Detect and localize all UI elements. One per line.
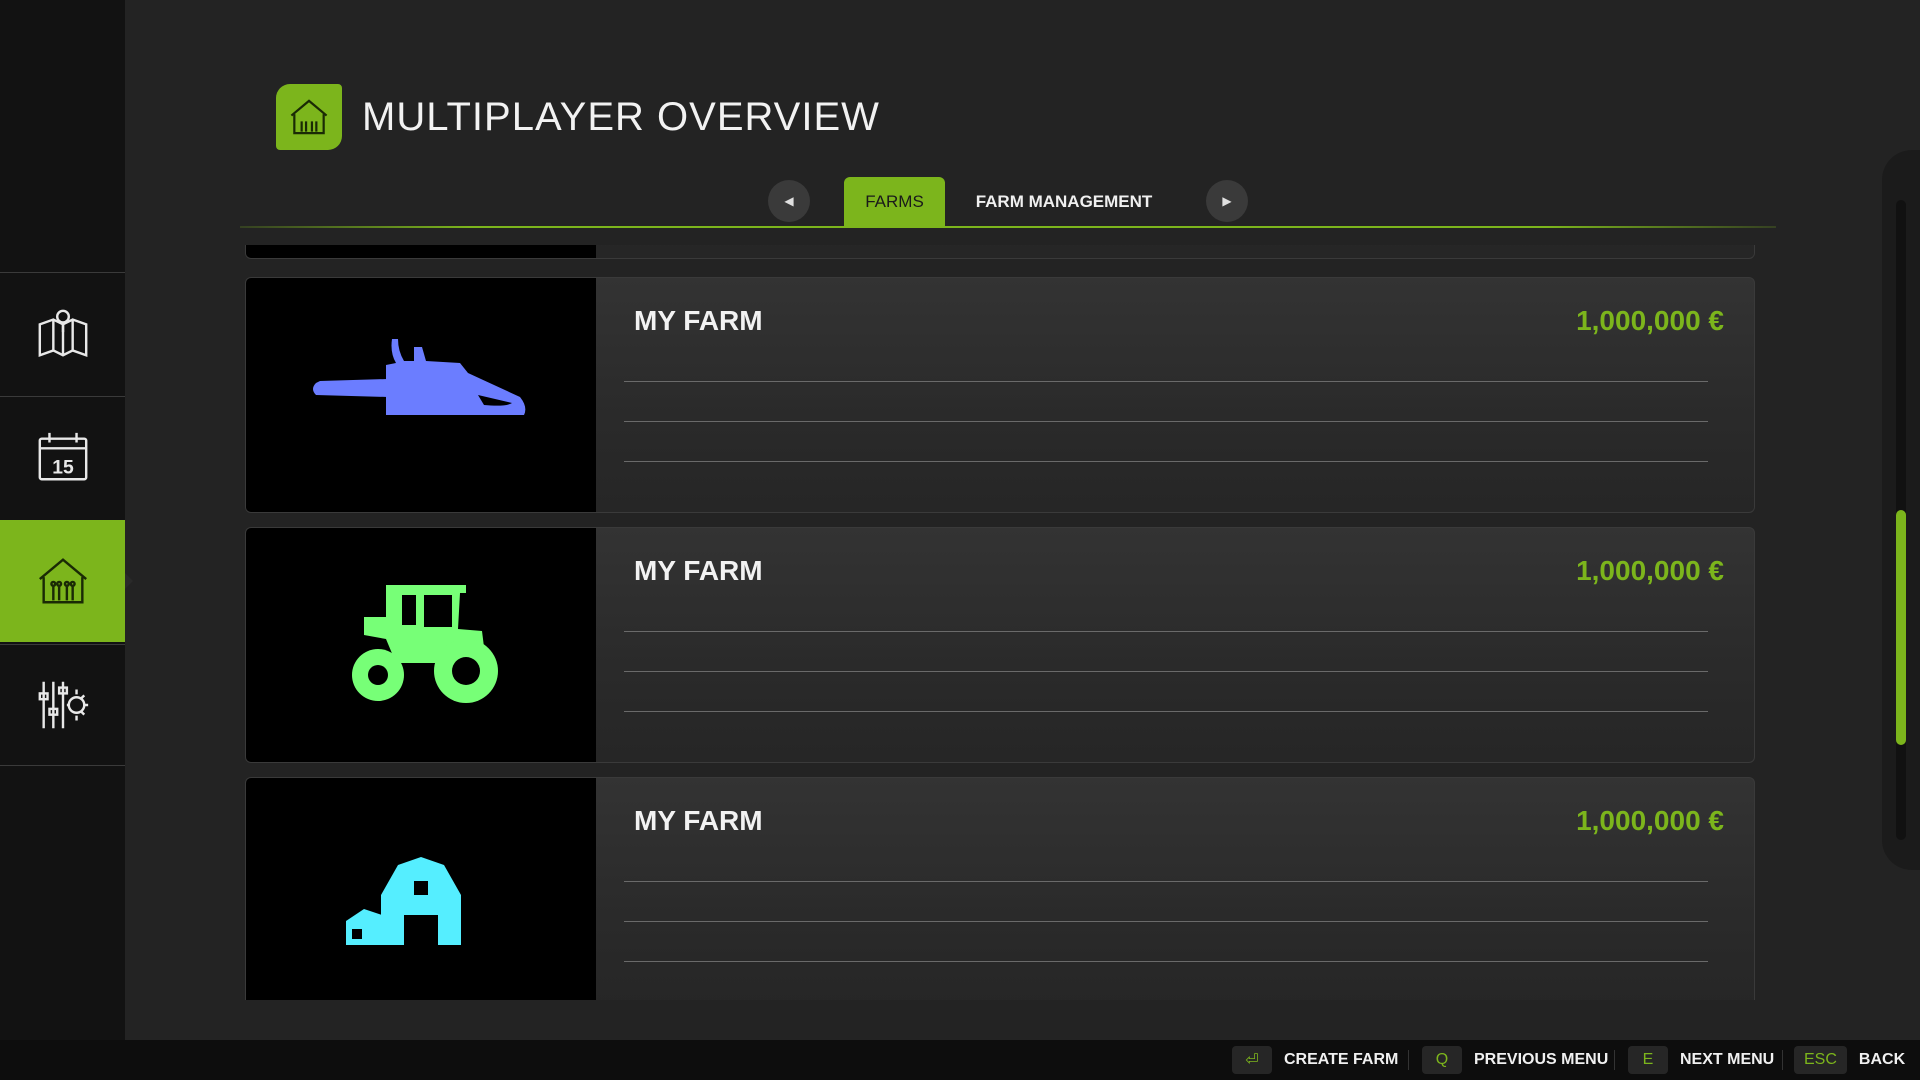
next-menu-button[interactable]: E NEXT MENU bbox=[1628, 1046, 1774, 1074]
scrollbar-thumb[interactable] bbox=[1896, 510, 1906, 745]
player-slot-divider bbox=[624, 421, 1708, 422]
farm-name: MY FARM bbox=[634, 555, 763, 586]
farm-image bbox=[246, 778, 596, 1000]
create-farm-button[interactable]: ⏎ CREATE FARM bbox=[1232, 1046, 1398, 1074]
previous-menu-button[interactable]: Q PREVIOUS MENU bbox=[1422, 1046, 1608, 1074]
farm-card[interactable]: MY FARM 1,000,000 € bbox=[245, 527, 1755, 763]
page-title: MULTIPLAYER OVERVIEW bbox=[362, 95, 880, 139]
arrow-left-icon: ◀ bbox=[784, 194, 794, 208]
arrow-right-icon: ▶ bbox=[1222, 194, 1232, 208]
farm-image bbox=[246, 278, 596, 512]
footer-separator bbox=[1408, 1050, 1409, 1070]
player-slot-divider bbox=[624, 881, 1708, 882]
player-slot-divider bbox=[624, 921, 1708, 922]
calendar-day: 15 bbox=[52, 457, 74, 478]
farm-list[interactable]: MY FARM 1,000,000 € MY FARM 1,000,000 € bbox=[245, 245, 1755, 1000]
sidebar-item-multiplayer[interactable] bbox=[0, 520, 133, 642]
e-key-icon: E bbox=[1628, 1046, 1668, 1074]
sidebar-item-map[interactable] bbox=[0, 272, 125, 394]
map-icon bbox=[38, 309, 87, 357]
farm-image bbox=[246, 528, 596, 762]
settings-icon bbox=[38, 681, 88, 729]
next-menu-label: NEXT MENU bbox=[1680, 1051, 1775, 1068]
farm-money: 1,000,000 € bbox=[1576, 305, 1724, 336]
sidebar: 15 bbox=[0, 0, 133, 1040]
player-slot-divider bbox=[624, 631, 1708, 632]
previous-menu-label: PREVIOUS MENU bbox=[1474, 1051, 1609, 1068]
tractor-icon bbox=[352, 585, 498, 703]
farm-card[interactable]: MY FARM 1,000,000 € bbox=[245, 777, 1755, 1000]
barn-icon bbox=[38, 558, 87, 604]
barn-icon bbox=[290, 99, 328, 135]
sidebar-item-settings[interactable] bbox=[0, 644, 125, 766]
barn-icon bbox=[346, 857, 461, 945]
esc-key-icon: ESC bbox=[1794, 1046, 1847, 1074]
player-slot-divider bbox=[624, 711, 1708, 712]
player-slot-divider bbox=[624, 461, 1708, 462]
create-farm-label: CREATE FARM bbox=[1284, 1051, 1399, 1068]
player-slot-divider bbox=[624, 671, 1708, 672]
footer-separator bbox=[1782, 1050, 1783, 1070]
farm-card[interactable]: MY FARM 1,000,000 € bbox=[245, 277, 1755, 513]
sidebar-item-calendar[interactable]: 15 bbox=[0, 396, 125, 518]
back-label: BACK bbox=[1858, 1051, 1906, 1068]
footer-separator bbox=[1614, 1050, 1615, 1070]
chainsaw-icon bbox=[313, 339, 526, 415]
tab-underline bbox=[240, 226, 1776, 228]
calendar-icon: 15 bbox=[38, 432, 87, 480]
page-title-icon bbox=[276, 84, 342, 150]
enter-key-icon: ⏎ bbox=[1232, 1046, 1272, 1074]
farm-image bbox=[246, 245, 596, 258]
player-slot-divider bbox=[624, 961, 1708, 962]
next-tab-button[interactable]: ▶ bbox=[1206, 180, 1248, 222]
tab-farm-management[interactable]: FARM MANAGEMENT bbox=[968, 177, 1160, 227]
tab-farms[interactable]: FARMS bbox=[844, 177, 945, 227]
player-slot-divider bbox=[624, 381, 1708, 382]
prev-tab-button[interactable]: ◀ bbox=[768, 180, 810, 222]
back-button[interactable]: ESC BACK bbox=[1794, 1046, 1905, 1074]
farm-name: MY FARM bbox=[634, 305, 763, 336]
farm-card-partial[interactable] bbox=[245, 245, 1755, 259]
farm-money: 1,000,000 € bbox=[1576, 555, 1724, 586]
farm-name: MY FARM bbox=[634, 805, 763, 836]
farm-money: 1,000,000 € bbox=[1576, 805, 1724, 836]
q-key-icon: Q bbox=[1422, 1046, 1462, 1074]
